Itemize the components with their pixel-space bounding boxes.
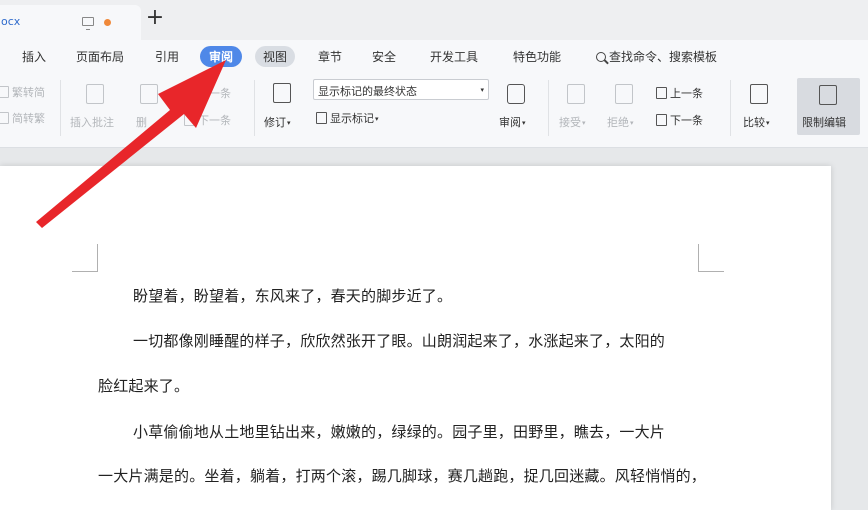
- reject-button[interactable]: 拒绝▾: [607, 114, 634, 130]
- prev-icon: [184, 87, 195, 99]
- menu-chapter[interactable]: 章节: [318, 48, 342, 65]
- markup-icon: [316, 112, 327, 124]
- lock-icon: [819, 85, 837, 105]
- track-changes-button[interactable]: 修订▾: [264, 114, 291, 130]
- margin-mark-left: [72, 244, 98, 272]
- menu-references[interactable]: 引用: [155, 48, 179, 65]
- reject-icon: [615, 84, 633, 104]
- accept-icon: [567, 84, 585, 104]
- unsaved-dot-icon: [104, 19, 111, 26]
- document-tab-title: ocx: [1, 15, 21, 28]
- restrict-editing-label: 限制编辑: [802, 116, 846, 129]
- tab-strip: ocx +: [0, 0, 868, 40]
- next-comment-button[interactable]: 下一条: [184, 112, 231, 128]
- next-icon: [656, 114, 667, 126]
- search-icon: [596, 52, 606, 62]
- review-ribbon: 繁转简 简转繁 插入批注 删 上一条 下一条 修订▾ 显示标记的最终状态 ▾ 显示…: [0, 72, 868, 148]
- comment-icon: [86, 84, 104, 104]
- new-tab-button[interactable]: +: [143, 5, 167, 31]
- compare-icon: [750, 84, 768, 104]
- menu-security[interactable]: 安全: [372, 48, 396, 65]
- menu-developer[interactable]: 开发工具: [430, 48, 478, 65]
- trad-to-simp-button[interactable]: 繁转简: [0, 84, 45, 100]
- menu-bar: 插入 页面布局 引用 审阅 视图 章节 安全 开发工具 特色功能 查找命令、搜索…: [0, 40, 868, 72]
- compare-button[interactable]: 比较▾: [743, 114, 770, 130]
- delete-comment-icon: [140, 84, 158, 104]
- review-button[interactable]: 审阅▾: [499, 114, 526, 130]
- margin-mark-right: [698, 244, 724, 272]
- show-markup-button[interactable]: 显示标记▾: [316, 110, 379, 126]
- menu-special-features[interactable]: 特色功能: [513, 48, 561, 65]
- command-search[interactable]: 查找命令、搜索模板: [596, 48, 717, 65]
- paragraph-line-1[interactable]: 盼望着，盼望着，东风来了，春天的脚步近了。: [133, 285, 452, 306]
- insert-comment-button[interactable]: 插入批注: [70, 114, 114, 130]
- paragraph-line-3[interactable]: 脸红起来了。: [98, 375, 189, 396]
- next-change-button[interactable]: 下一条: [656, 112, 703, 128]
- prev-comment-button[interactable]: 上一条: [184, 85, 231, 101]
- track-changes-icon: [273, 83, 291, 103]
- menu-view[interactable]: 视图: [255, 46, 296, 67]
- simp-to-trad-button[interactable]: 简转繁: [0, 110, 45, 126]
- paragraph-line-2[interactable]: 一切都像刚睡醒的样子，欣欣然张开了眼。山朗润起来了，水涨起来了，太阳的: [133, 330, 665, 351]
- next-icon: [184, 114, 195, 126]
- markup-state-select[interactable]: 显示标记的最终状态 ▾: [313, 79, 489, 100]
- prev-icon: [656, 87, 667, 99]
- command-search-label: 查找命令、搜索模板: [609, 50, 718, 64]
- accept-button[interactable]: 接受▾: [559, 114, 586, 130]
- document-tab[interactable]: ocx: [0, 5, 141, 40]
- convert-icon: [0, 86, 9, 98]
- monitor-icon[interactable]: [82, 17, 94, 30]
- paragraph-line-5[interactable]: 一大片满是的。坐着，躺着，打两个滚，踢几脚球，赛几趟跑，捉几回迷藏。风轻悄悄的，: [98, 465, 706, 486]
- restrict-editing-button[interactable]: 限制编辑: [797, 78, 860, 135]
- menu-insert[interactable]: 插入: [22, 48, 46, 65]
- review-pane-icon: [507, 84, 525, 104]
- menu-page-layout[interactable]: 页面布局: [76, 48, 124, 65]
- paragraph-line-4[interactable]: 小草偷偷地从土地里钻出来，嫩嫩的，绿绿的。园子里，田野里，瞧去，一大片: [133, 421, 665, 442]
- convert-icon: [0, 112, 9, 124]
- menu-review[interactable]: 审阅: [200, 46, 243, 67]
- prev-change-button[interactable]: 上一条: [656, 85, 703, 101]
- delete-comment-button[interactable]: 删: [136, 114, 147, 130]
